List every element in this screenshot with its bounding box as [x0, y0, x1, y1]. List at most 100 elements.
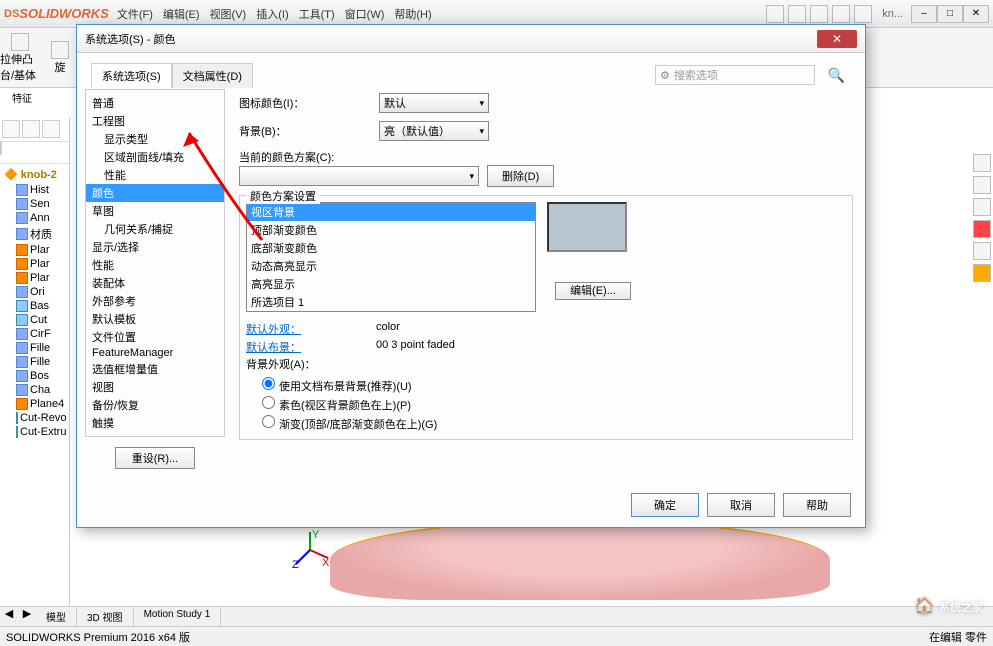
menu-help[interactable]: 帮助(H) — [394, 6, 431, 22]
tree-tool-icon[interactable] — [42, 120, 60, 138]
search-hint[interactable]: kn... — [882, 8, 903, 20]
list-item[interactable]: 顶部渐变颜色 — [247, 221, 535, 239]
tree-item[interactable]: Cut-Revolve1 — [2, 411, 67, 425]
menu-file[interactable]: 文件(F) — [117, 6, 153, 22]
maximize-button[interactable]: □ — [937, 5, 963, 23]
menu-window[interactable]: 窗口(W) — [345, 6, 385, 22]
list-item[interactable]: 视区背景 — [247, 203, 535, 221]
radio-gradient[interactable]: 渐变(顶部/底部渐变颜色在上)(G) — [246, 414, 846, 433]
cat-extref[interactable]: 外部参考 — [86, 292, 224, 310]
appearance-icon[interactable] — [973, 220, 991, 238]
cat-touch[interactable]: 触摸 — [86, 414, 224, 432]
tree-item[interactable]: Plar — [2, 243, 67, 257]
default-appearance-label[interactable]: 默认外观： — [246, 321, 376, 337]
tree-item[interactable]: CirF — [2, 327, 67, 341]
tab-doc-properties[interactable]: 文档属性(D) — [172, 63, 253, 88]
dialog-close-button[interactable]: ✕ — [817, 30, 857, 48]
cancel-button[interactable]: 取消 — [707, 493, 775, 517]
cat-drawings[interactable]: 工程图 — [86, 112, 224, 130]
list-item[interactable]: 高亮显示 — [247, 275, 535, 293]
tree-item[interactable]: Ann — [2, 211, 67, 225]
close-button[interactable]: ✕ — [963, 5, 989, 23]
scheme-listbox[interactable]: 视区背景 顶部渐变颜色 底部渐变颜色 动态高亮显示 高亮显示 所选项目 1 所选… — [246, 202, 536, 312]
search-icon[interactable]: 🔍 — [828, 67, 845, 84]
scheme-combo[interactable] — [239, 166, 479, 186]
category-list[interactable]: 普通 工程图 显示类型 区域剖面线/填充 性能 颜色 草图 几何关系/捕捉 显示… — [85, 89, 225, 437]
viewport-3d[interactable]: Y X Z — [280, 520, 980, 610]
tb-new-icon[interactable] — [766, 5, 784, 23]
tree-item[interactable]: Sen — [2, 197, 67, 211]
cat-templates[interactable]: 默认模板 — [86, 310, 224, 328]
menu-tools[interactable]: 工具(T) — [299, 6, 335, 22]
tree-tool-icon[interactable] — [2, 120, 20, 138]
tab-arrow-right-icon[interactable]: ▶ — [18, 607, 36, 626]
list-item[interactable]: 底部渐变颜色 — [247, 239, 535, 257]
tab-motion[interactable]: Motion Study 1 — [134, 607, 222, 626]
menu-edit[interactable]: 编辑(E) — [163, 6, 200, 22]
minimize-button[interactable]: – — [911, 5, 937, 23]
radio-plain-color[interactable]: 素色(视区背景颜色在上)(P) — [246, 395, 846, 414]
radio-use-doc-bg[interactable]: 使用文档布景背景(推荐)(U) — [246, 376, 846, 395]
cat-performance[interactable]: 性能 — [86, 166, 224, 184]
cat-filelocations[interactable]: 文件位置 — [86, 328, 224, 346]
tb-save-icon[interactable] — [810, 5, 828, 23]
tree-item[interactable]: Fille — [2, 355, 67, 369]
cat-backup[interactable]: 备份/恢复 — [86, 396, 224, 414]
cat-relations[interactable]: 几何关系/捕捉 — [86, 220, 224, 238]
cat-performance2[interactable]: 性能 — [86, 256, 224, 274]
edit-color-button[interactable]: 编辑(E)... — [555, 282, 631, 300]
menu-insert[interactable]: 插入(I) — [256, 6, 288, 22]
cat-colors[interactable]: 颜色 — [86, 184, 224, 202]
home-icon[interactable] — [973, 154, 991, 172]
tab-3dview[interactable]: 3D 视图 — [77, 607, 134, 626]
tree-item[interactable]: Plar — [2, 257, 67, 271]
background-combo[interactable]: 亮（默认值） — [379, 121, 489, 141]
tree-item[interactable]: Cha — [2, 383, 67, 397]
tab-arrow-left-icon[interactable]: ◀ — [0, 607, 18, 626]
list-icon[interactable] — [973, 242, 991, 260]
tab-system-options[interactable]: 系统选项(S) — [91, 63, 172, 88]
cat-view[interactable]: 视图 — [86, 378, 224, 396]
palette-icon[interactable] — [973, 264, 991, 282]
menu-view[interactable]: 视图(V) — [210, 6, 247, 22]
ribbon-extrude[interactable]: 拉伸凸台/基体 — [0, 28, 40, 87]
filter-icon[interactable] — [0, 141, 2, 155]
tb-print-icon[interactable] — [832, 5, 850, 23]
ok-button[interactable]: 确定 — [631, 493, 699, 517]
ribbon-revolve[interactable]: 旋 — [40, 28, 80, 87]
options-search-input[interactable]: 搜索选项 — [655, 65, 815, 85]
cat-sketch[interactable]: 草图 — [86, 202, 224, 220]
help-button[interactable]: 帮助 — [783, 493, 851, 517]
tree-item[interactable]: Cut — [2, 313, 67, 327]
cat-featuremanager[interactable]: FeatureManager — [86, 346, 224, 360]
cube-icon[interactable] — [973, 176, 991, 194]
tree-item[interactable]: Hist — [2, 183, 67, 197]
cat-display-type[interactable]: 显示类型 — [86, 130, 224, 148]
tree-tool-icon[interactable] — [22, 120, 40, 138]
cat-increment[interactable]: 选值框增量值 — [86, 360, 224, 378]
tree-item[interactable]: Cut-Extrude2 — [2, 425, 67, 439]
tree-item[interactable]: Plane4 — [2, 397, 67, 411]
tree-item[interactable]: 材质 — [2, 225, 67, 243]
ribbon-tab-features[interactable]: 特征 — [4, 88, 40, 107]
list-item[interactable]: 动态高亮显示 — [247, 257, 535, 275]
list-item[interactable]: 所选项目 1 — [247, 293, 535, 311]
delete-button[interactable]: 删除(D) — [487, 165, 554, 187]
tree-item[interactable]: Ori — [2, 285, 67, 299]
cat-hatch[interactable]: 区域剖面线/填充 — [86, 148, 224, 166]
tab-model[interactable]: 模型 — [36, 607, 77, 626]
reset-button[interactable]: 重设(R)... — [115, 447, 195, 469]
list-item[interactable]: 所选项目 2 — [247, 311, 535, 312]
tree-root[interactable]: 🔶 knob-2 — [2, 166, 67, 183]
tree-item[interactable]: Fille — [2, 341, 67, 355]
cat-assembly[interactable]: 装配体 — [86, 274, 224, 292]
tree-item[interactable]: Bas — [2, 299, 67, 313]
folder-icon[interactable] — [973, 198, 991, 216]
cat-general[interactable]: 普通 — [86, 94, 224, 112]
tree-item[interactable]: Plar — [2, 271, 67, 285]
icon-color-combo[interactable]: 默认 — [379, 93, 489, 113]
cat-display-select[interactable]: 显示/选择 — [86, 238, 224, 256]
default-layout-label[interactable]: 默认布景： — [246, 339, 376, 355]
tb-options-icon[interactable] — [854, 5, 872, 23]
tree-item[interactable]: Bos — [2, 369, 67, 383]
